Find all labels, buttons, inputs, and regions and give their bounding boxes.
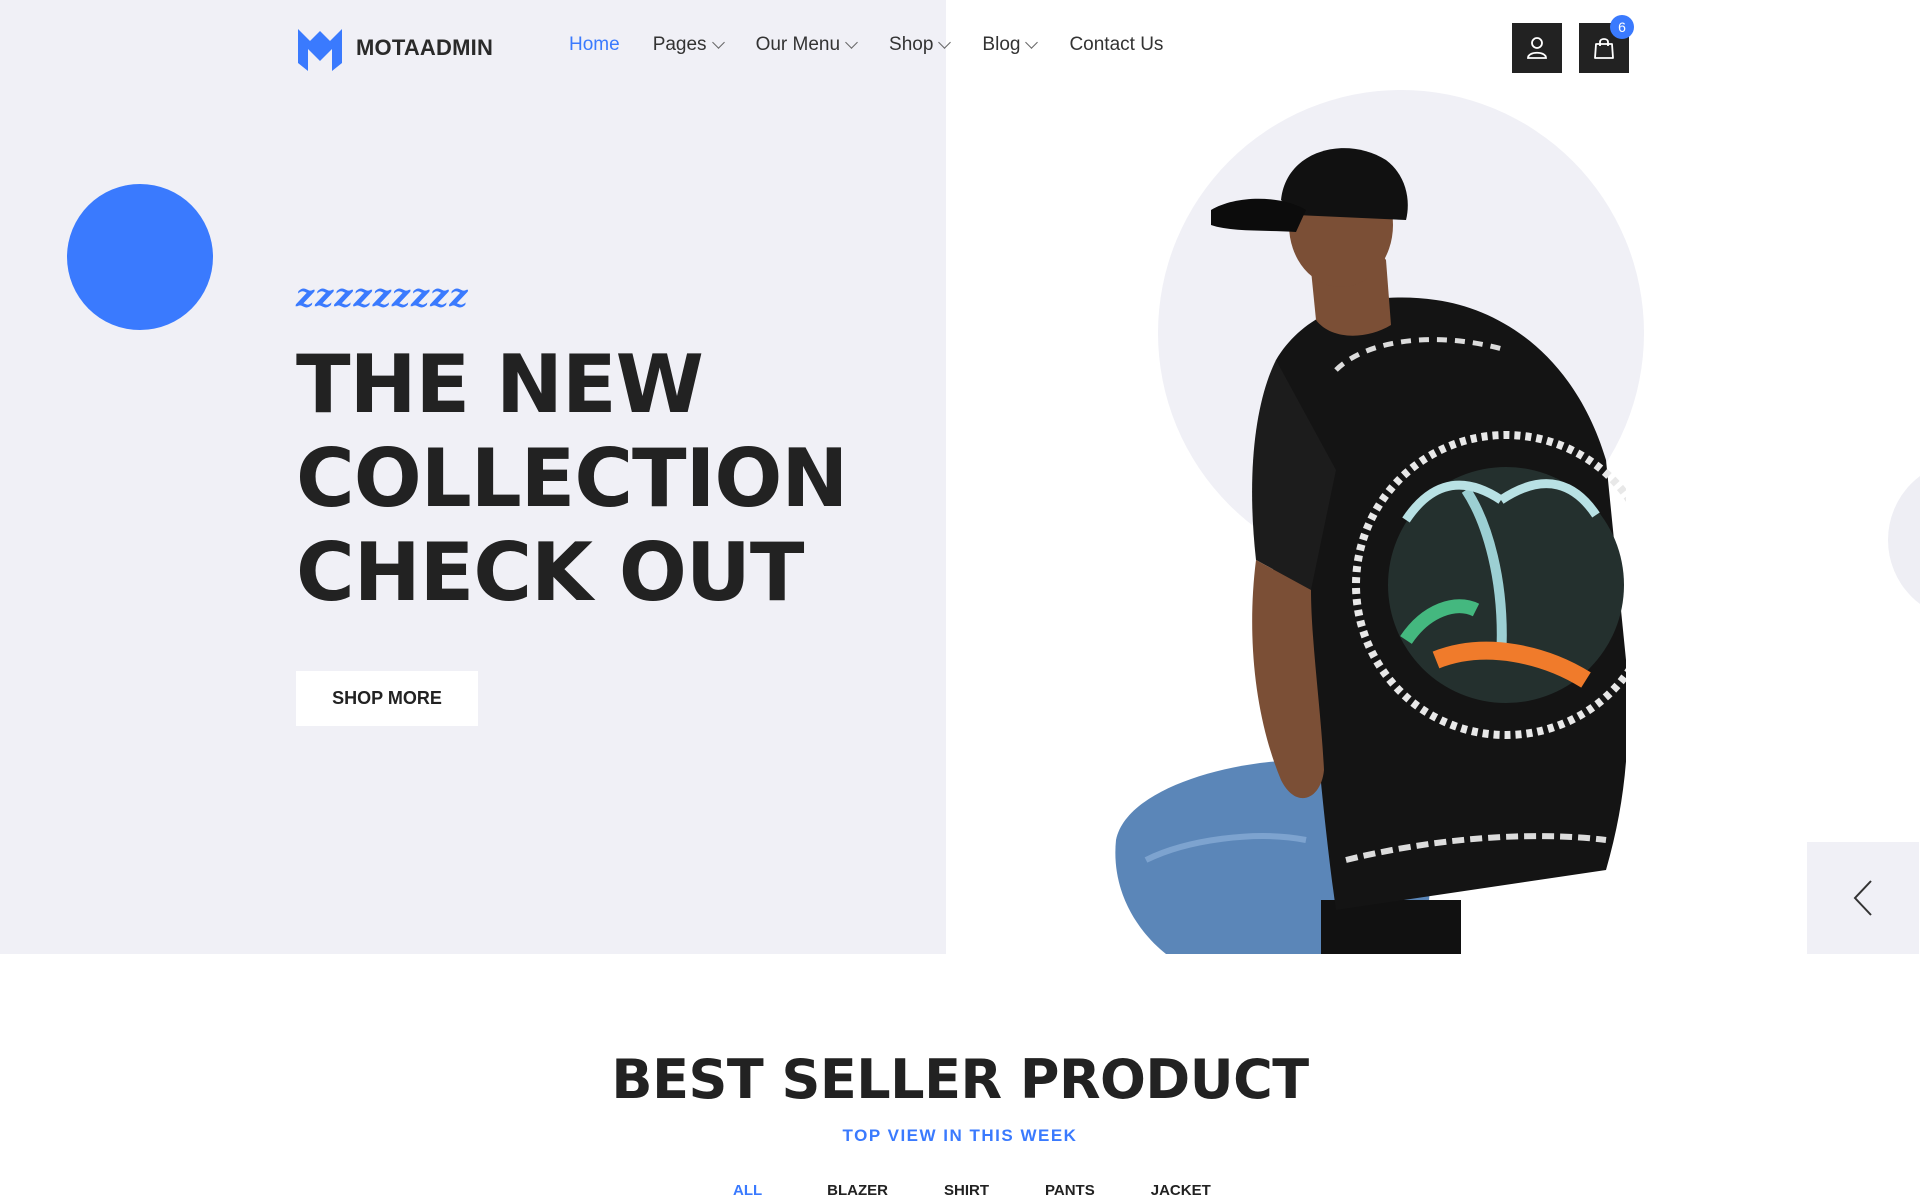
user-icon (1527, 37, 1547, 59)
filter-tab-pants[interactable]: PANTS (1045, 1182, 1095, 1199)
chevron-down-icon (1025, 36, 1039, 49)
hero-title-line: COLLECTION (296, 432, 848, 525)
filter-tab-all[interactable]: ALL (733, 1182, 762, 1199)
hero-title-line: CHECK OUT (296, 526, 804, 619)
nav-item-home[interactable]: Home (569, 34, 620, 56)
slider-prev-button[interactable] (1807, 842, 1919, 954)
shopping-bag-icon (1594, 38, 1614, 59)
nav-item-label: Home (569, 34, 620, 55)
chevron-down-icon (845, 36, 858, 49)
section-subtitle: TOP VIEW IN THIS WEEK (842, 1126, 1078, 1145)
brand-name: MOTAADMIN (356, 35, 494, 60)
nav-item-our-menu[interactable]: Our Menu (755, 34, 858, 56)
brand-logo[interactable]: MOTAADMIN (296, 22, 493, 74)
decorative-blue-circle (67, 184, 213, 330)
nav-item-label: Shop (889, 34, 934, 55)
hero-model-image (1115, 148, 1626, 954)
filter-tab-blazer[interactable]: BLAZER (827, 1182, 888, 1199)
m-logo-icon (298, 29, 342, 71)
cart-count-badge: 6 (1610, 15, 1634, 39)
main-nav: Home Pages Our Menu Shop Blog Contact Us (569, 34, 1196, 56)
decorative-circle (1888, 460, 1920, 620)
chevron-down-icon (711, 36, 725, 49)
hero-tagline: zzzzzzzzz (296, 276, 469, 314)
nav-item-label: Our Menu (755, 34, 841, 55)
nav-item-shop[interactable]: Shop (889, 34, 952, 56)
nav-item-label: Blog (982, 34, 1021, 55)
hero-title-line: THE NEW (296, 338, 704, 431)
filter-tab-jacket[interactable]: JACKET (1151, 1182, 1211, 1199)
account-button[interactable] (1512, 23, 1562, 73)
nav-item-pages[interactable]: Pages (652, 34, 725, 56)
section-title: BEST SELLER PRODUCT (611, 1048, 1309, 1111)
shop-more-button[interactable]: SHOP MORE (296, 671, 478, 726)
chevron-left-icon (1853, 880, 1872, 916)
nav-item-blog[interactable]: Blog (982, 34, 1039, 56)
nav-item-contact-us[interactable]: Contact Us (1069, 34, 1163, 56)
nav-item-label: Contact Us (1069, 34, 1164, 55)
hero-title: THE NEW COLLECTION CHECK OUT (296, 338, 916, 620)
chevron-down-icon (938, 36, 952, 49)
nav-item-label: Pages (652, 34, 707, 55)
filter-tab-shirt[interactable]: SHIRT (944, 1182, 989, 1199)
product-filter-tabs: ALL BLAZER SHIRT PANTS JACKET (733, 1182, 1211, 1199)
hero-right-panel (946, 0, 1920, 954)
